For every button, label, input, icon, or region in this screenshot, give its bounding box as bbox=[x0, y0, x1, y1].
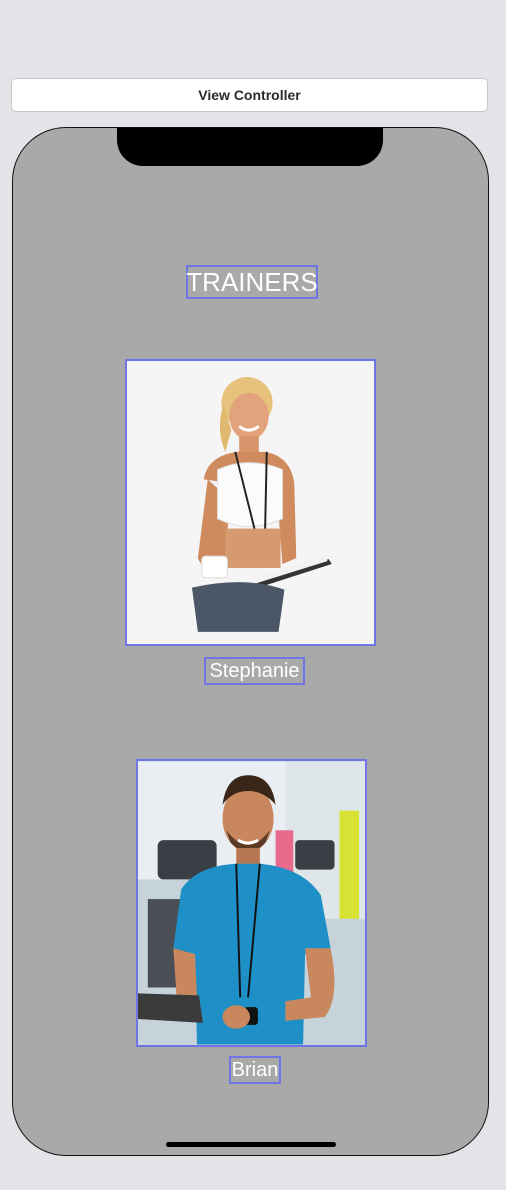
iphone-frame: TRAINERS Stephanie Brian bbox=[12, 127, 489, 1156]
trainers-heading: TRAINERS bbox=[186, 265, 318, 299]
device-notch bbox=[117, 128, 383, 166]
trainer-photo-stephanie[interactable] bbox=[125, 359, 376, 646]
trainer-photo-icon bbox=[138, 761, 365, 1045]
trainer-name-stephanie: Stephanie bbox=[204, 657, 305, 685]
trainer-photo-icon bbox=[127, 361, 374, 644]
trainer-name-brian: Brian bbox=[229, 1056, 281, 1084]
view-controller-title-bar[interactable]: View Controller bbox=[11, 78, 488, 112]
view-controller-title: View Controller bbox=[198, 87, 301, 103]
storyboard-canvas: View Controller TRAINERS Stephanie Brian bbox=[0, 0, 506, 1190]
trainer-photo-brian[interactable] bbox=[136, 759, 367, 1047]
home-indicator[interactable] bbox=[166, 1142, 336, 1147]
